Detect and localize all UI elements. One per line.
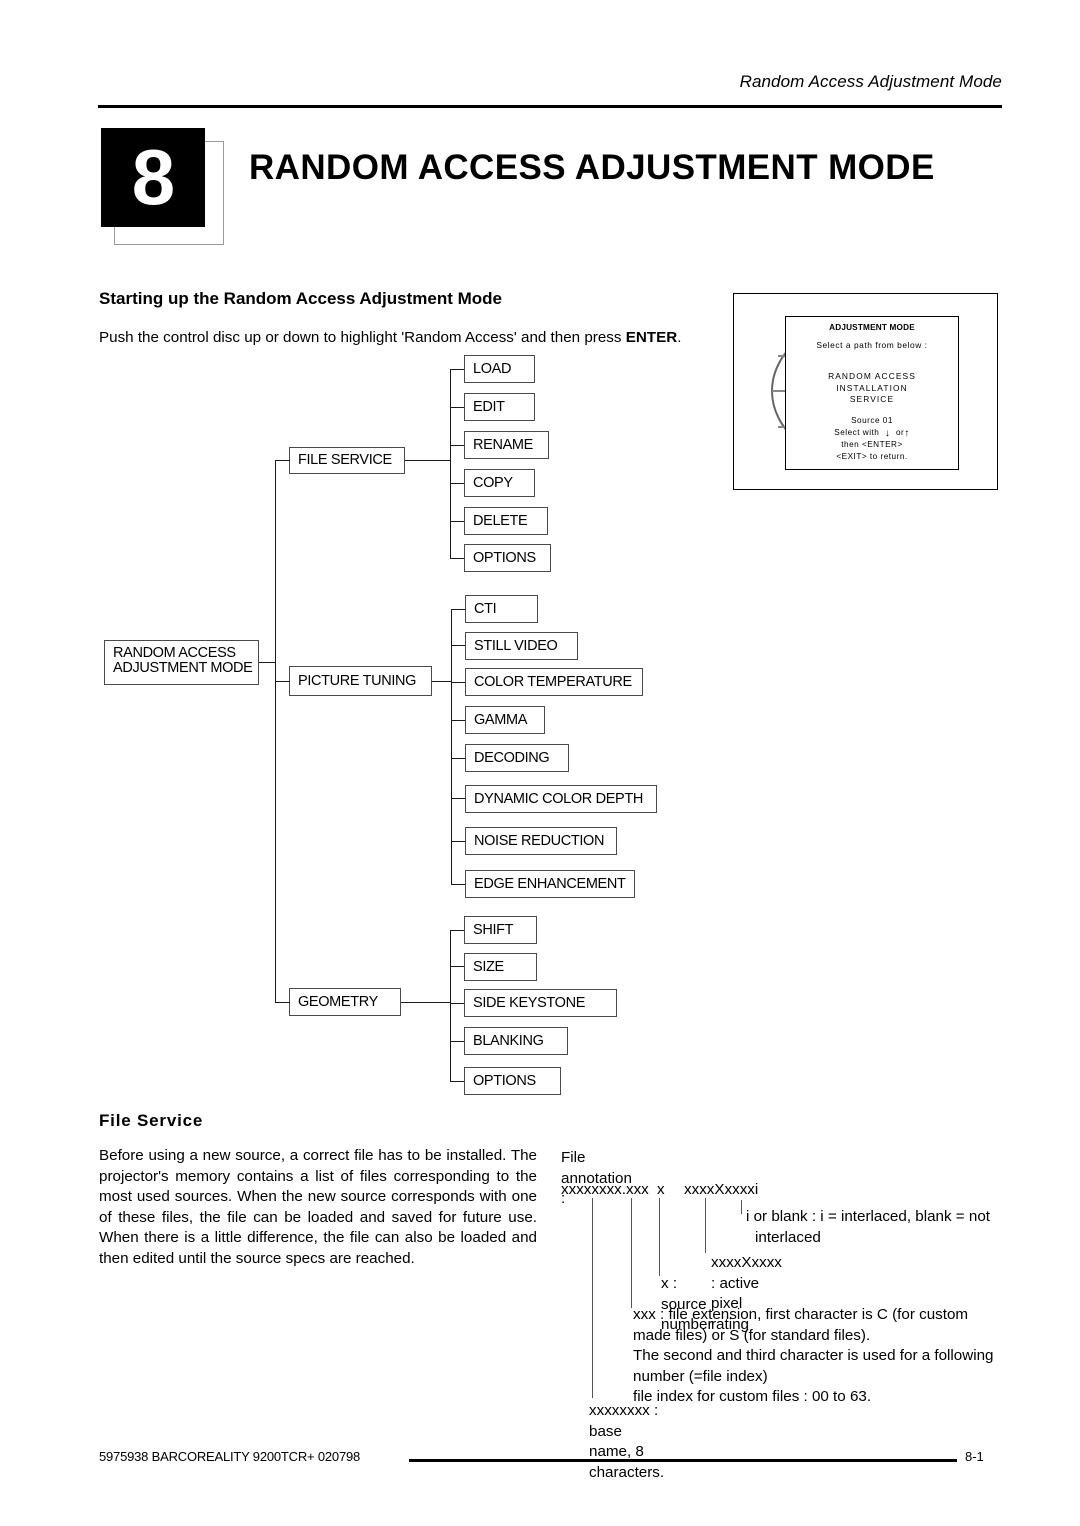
tree-node-delete[interactable]: DELETE xyxy=(464,507,548,535)
tree-link-picture-tuning-out xyxy=(432,681,452,682)
tree-link-picture-tuning xyxy=(275,681,290,682)
tree-node-gamma[interactable]: GAMMA xyxy=(465,706,545,734)
tree-spine-picture-tuning xyxy=(451,609,452,884)
tree-stub-load xyxy=(450,369,464,370)
tree-stub-edge-enhancement xyxy=(451,884,465,885)
tree-root-stub xyxy=(259,662,276,663)
tree-link-file-service-out xyxy=(405,460,451,461)
annotation-note-interlace: i or blank : i = interlaced, blank = not… xyxy=(746,1207,1004,1248)
annotation-note-interlace-line2: interlaced xyxy=(755,1228,821,1246)
tree-node-copy[interactable]: COPY xyxy=(464,469,535,497)
tree-stub-shift xyxy=(450,930,464,931)
tree-node-edit[interactable]: EDIT xyxy=(464,393,535,421)
tree-stub-rename xyxy=(450,445,464,446)
tree-stub-edit xyxy=(450,407,464,408)
annotation-note-base-name: xxxxxxxx : base name, 8 characters. xyxy=(589,1402,665,1481)
tree-node-load[interactable]: LOAD xyxy=(464,355,535,383)
annotation-note-extension: xxx : file extension, first character is… xyxy=(633,1306,994,1405)
menu-tree-diagram: RANDOM ACCESS ADJUSTMENT MODE FILE SERVI… xyxy=(0,0,1080,1526)
tree-link-geometry-out xyxy=(401,1002,451,1003)
tree-node-color-temperature[interactable]: COLOR TEMPERATURE xyxy=(465,668,643,696)
tree-node-picture-tuning[interactable]: PICTURE TUNING xyxy=(289,666,432,696)
tree-stub-noise-reduction xyxy=(451,841,465,842)
annotation-note-interlace-line1: i or blank : i = interlaced, blank = not xyxy=(746,1208,990,1225)
tree-node-edge-enhancement[interactable]: EDGE ENHANCEMENT xyxy=(465,870,635,898)
tree-stub-size xyxy=(450,966,464,967)
tree-stub-copy xyxy=(450,483,464,484)
tree-stub-still-video xyxy=(451,645,465,646)
tree-node-root-line2: ADJUSTMENT MODE xyxy=(113,660,253,676)
tree-node-still-video[interactable]: STILL VIDEO xyxy=(465,632,578,660)
tree-spine-file-service xyxy=(450,369,451,558)
tree-stub-gamma xyxy=(451,720,465,721)
footer-rule xyxy=(409,1459,957,1462)
tree-trunk-line xyxy=(275,460,276,1002)
leader-line-source-number xyxy=(659,1198,660,1276)
footer-page-number: 8-1 xyxy=(965,1449,984,1464)
footer-document-id: 5975938 BARCOREALITY 9200TCR+ 020798 xyxy=(99,1449,361,1464)
tree-node-root[interactable]: RANDOM ACCESS ADJUSTMENT MODE xyxy=(104,640,259,685)
leader-line-pixel-rating xyxy=(705,1198,706,1253)
tree-node-root-line1: RANDOM ACCESS xyxy=(113,645,236,661)
tree-node-geometry[interactable]: GEOMETRY xyxy=(289,988,401,1016)
tree-node-cti[interactable]: CTI xyxy=(465,595,538,623)
tree-node-file-service[interactable]: FILE SERVICE xyxy=(289,447,405,474)
tree-node-options-file-service[interactable]: OPTIONS xyxy=(464,544,551,572)
tree-stub-color-temperature xyxy=(451,682,465,683)
tree-stub-side-keystone xyxy=(450,1003,464,1004)
tree-node-dynamic-color-depth[interactable]: DYNAMIC COLOR DEPTH xyxy=(465,785,657,813)
tree-stub-options-fs xyxy=(450,558,464,559)
file-service-paragraph: Before using a new source, a correct fil… xyxy=(99,1147,537,1267)
tree-node-shift[interactable]: SHIFT xyxy=(464,916,537,944)
tree-node-noise-reduction[interactable]: NOISE REDUCTION xyxy=(465,827,617,855)
tree-node-rename[interactable]: RENAME xyxy=(464,431,549,459)
tree-stub-cti xyxy=(451,609,465,610)
document-page: Random Access Adjustment Mode 8 RANDOM A… xyxy=(0,0,1080,1526)
tree-link-geometry xyxy=(275,1002,290,1003)
leader-line-base-name xyxy=(592,1198,593,1398)
tree-stub-delete xyxy=(450,521,464,522)
tree-stub-blanking xyxy=(450,1041,464,1042)
tree-node-size[interactable]: SIZE xyxy=(464,953,537,981)
annotation-pattern-pixel: xxxxXxxxxi xyxy=(684,1181,759,1198)
section-heading-file-service: File Service xyxy=(99,1111,204,1130)
leader-line-interlace xyxy=(741,1200,742,1214)
tree-stub-options-geo xyxy=(450,1081,464,1082)
tree-node-decoding[interactable]: DECODING xyxy=(465,744,569,772)
leader-line-extension xyxy=(631,1198,632,1308)
tree-link-file-service xyxy=(275,460,290,461)
tree-stub-dynamic-color-depth xyxy=(451,798,465,799)
tree-spine-geometry xyxy=(450,930,451,1082)
annotation-pattern-base: xxxxxxxx.xxx xyxy=(561,1181,649,1198)
tree-stub-decoding xyxy=(451,758,465,759)
tree-node-blanking[interactable]: BLANKING xyxy=(464,1027,568,1055)
tree-node-options-geometry[interactable]: OPTIONS xyxy=(464,1067,561,1095)
tree-node-side-keystone[interactable]: SIDE KEYSTONE xyxy=(464,989,617,1017)
